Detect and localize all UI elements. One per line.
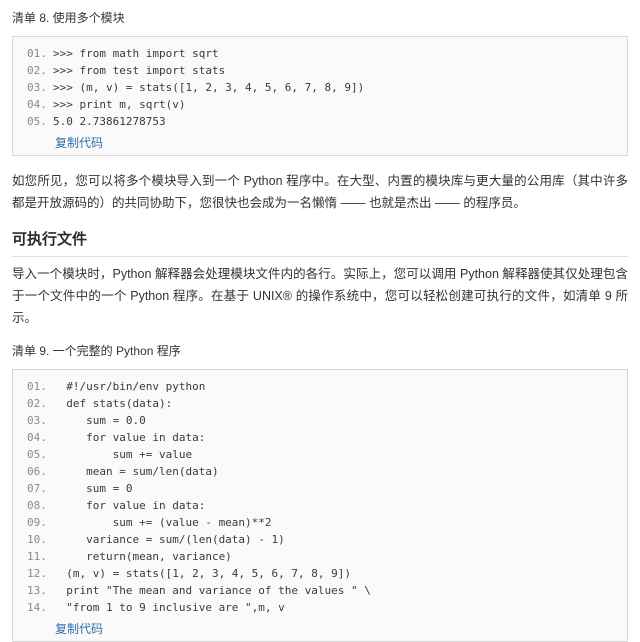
code-line: 09. sum += (value - mean)**2 [13, 514, 627, 531]
code-line: 08. for value in data: [13, 497, 627, 514]
code-line: 03. sum = 0.0 [13, 412, 627, 429]
line-code: >>> print m, sqrt(v) [53, 98, 186, 111]
line-number: 08. [27, 499, 47, 512]
code-block-listing-8: 01. >>> from math import sqrt 02. >>> from… [12, 36, 628, 156]
line-code: (m, v) = stats([1, 2, 3, 4, 5, 6, 7, 8, … [53, 567, 352, 580]
line-code: print "The mean and variance of the valu… [53, 584, 371, 597]
line-code: variance = sum/(len(data) - 1) [53, 533, 285, 546]
line-number: 02. [27, 64, 47, 77]
code-line: 01. >>> from math import sqrt [13, 45, 627, 62]
line-code: sum += value [53, 448, 193, 461]
code-line: 05. sum += value [13, 446, 627, 463]
line-number: 04. [27, 431, 47, 444]
line-number: 07. [27, 482, 47, 495]
code-line: 13. print "The mean and variance of the … [13, 582, 627, 599]
code-block-listing-9: 01. #!/usr/bin/env python 02. def stats(… [12, 369, 628, 642]
code-line: 03. >>> (m, v) = stats([1, 2, 3, 4, 5, 6,… [13, 79, 627, 96]
line-number: 03. [27, 414, 47, 427]
line-code: sum += (value - mean)**2 [53, 516, 272, 529]
listing-9-caption: 清单 9. 一个完整的 Python 程序 [12, 344, 181, 358]
code-line: 11. return(mean, variance) [13, 548, 627, 565]
line-code: >>> from test import stats [53, 64, 226, 77]
line-number: 03. [27, 81, 47, 94]
code-line: 05. 5.0 2.73861278753 [13, 113, 627, 130]
line-number: 04. [27, 98, 47, 111]
line-code: sum = 0 [53, 482, 133, 495]
line-number: 14. [27, 601, 47, 614]
code-line: 07. sum = 0 [13, 480, 627, 497]
code-line: 14. "from 1 to 9 inclusive are ",m, v [13, 599, 627, 616]
line-code: def stats(data): [53, 397, 173, 410]
line-number: 11. [27, 550, 47, 563]
line-code: #!/usr/bin/env python [53, 380, 206, 393]
line-code: mean = sum/len(data) [53, 465, 219, 478]
line-code: "from 1 to 9 inclusive are ",m, v [53, 601, 285, 614]
line-code: for value in data: [53, 431, 206, 444]
line-number: 13. [27, 584, 47, 597]
paragraph-multiple-modules: 如您所见，您可以将多个模块导入到一个 Python 程序中。在大型、内置的模块库… [12, 174, 628, 210]
line-code: 5.0 2.73861278753 [53, 115, 166, 128]
line-code: >>> (m, v) = stats([1, 2, 3, 4, 5, 6, 7,… [53, 81, 365, 94]
line-number: 10. [27, 533, 47, 546]
code-line: 04. >>> print m, sqrt(v) [13, 96, 627, 113]
line-code: return(mean, variance) [53, 550, 232, 563]
code-line: 01. #!/usr/bin/env python [13, 378, 627, 395]
code-line: 12. (m, v) = stats([1, 2, 3, 4, 5, 6, 7,… [13, 565, 627, 582]
line-number: 01. [27, 380, 47, 393]
line-number: 09. [27, 516, 47, 529]
code-line: 04. for value in data: [13, 429, 627, 446]
line-number: 12. [27, 567, 47, 580]
line-number: 05. [27, 448, 47, 461]
line-number: 01. [27, 47, 47, 60]
code-line: 02. >>> from test import stats [13, 62, 627, 79]
code-line: 02. def stats(data): [13, 395, 627, 412]
line-code: sum = 0.0 [53, 414, 146, 427]
document-page: 清单 8. 使用多个模块 01. >>> from math import sqr… [0, 0, 640, 642]
line-code: for value in data: [53, 499, 206, 512]
code-line: 10. variance = sum/(len(data) - 1) [13, 531, 627, 548]
section-heading-executable: 可执行文件 [12, 230, 628, 257]
line-code: >>> from math import sqrt [53, 47, 219, 60]
paragraph-executable: 导入一个模块时，Python 解释器会处理模块文件内的各行。实际上，您可以调用 … [12, 267, 628, 325]
line-number: 02. [27, 397, 47, 410]
line-number: 05. [27, 115, 47, 128]
copy-code-link[interactable]: 复制代码 [13, 135, 627, 151]
copy-code-link[interactable]: 复制代码 [13, 621, 627, 637]
listing-8-caption: 清单 8. 使用多个模块 [12, 11, 125, 25]
code-line: 06. mean = sum/len(data) [13, 463, 627, 480]
line-number: 06. [27, 465, 47, 478]
